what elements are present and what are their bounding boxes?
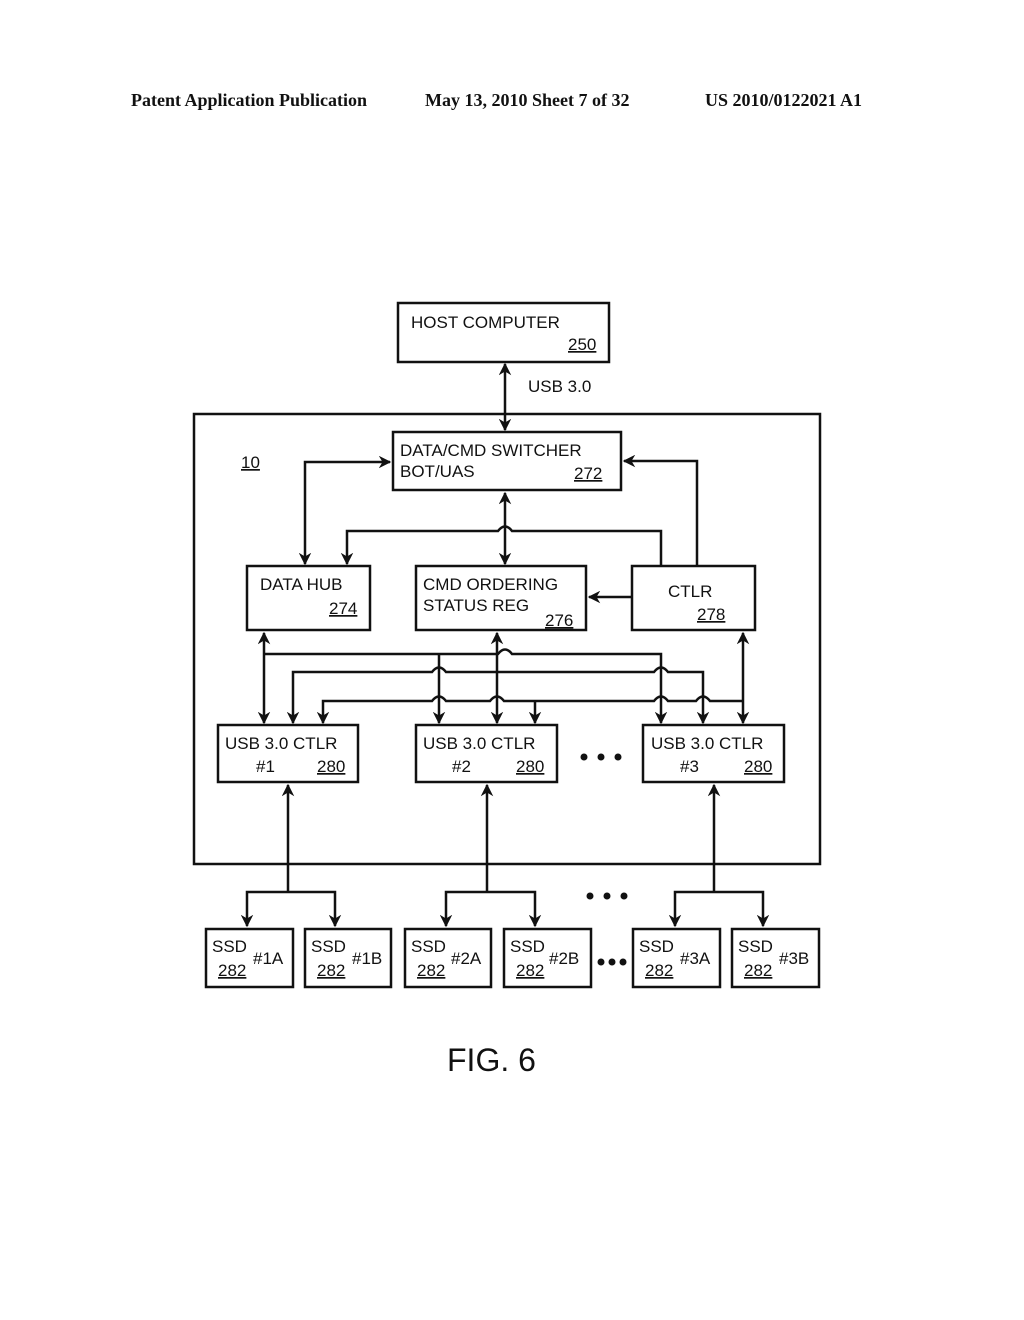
ssd-ref: 282	[516, 961, 544, 980]
usb-ctlr-1: USB 3.0 CTLR #1 280	[216, 723, 360, 784]
usb-ctlr-2: USB 3.0 CTLR #2 280	[414, 723, 559, 784]
ssd-label: SSD	[639, 937, 674, 956]
usb-ctlr-1-num: #1	[256, 757, 275, 776]
data-hub-label: DATA HUB	[260, 575, 343, 594]
ssd-3a: SSD 282 #3A	[631, 927, 722, 989]
usb-ctlr-1-label: USB 3.0 CTLR	[225, 734, 337, 753]
ssd-id: #2A	[451, 949, 482, 968]
ssd-ref: 282	[744, 961, 772, 980]
data-hub-block: DATA HUB 274	[245, 564, 372, 632]
ssd-ref: 282	[218, 961, 246, 980]
usb-ctlr-3-num: #3	[680, 757, 699, 776]
switcher-ref: 272	[574, 464, 602, 483]
ssd-1a: SSD 282 #1A	[204, 927, 295, 989]
ssd-1b: SSD 282 #1B	[303, 927, 393, 989]
ssd-label: SSD	[212, 937, 247, 956]
cmd-ordering-line1: CMD ORDERING	[423, 575, 558, 594]
usb-ctlr-3-ref: 280	[744, 757, 772, 776]
ssd-3b: SSD 282 #3B	[730, 927, 821, 989]
ssd-id: #1B	[352, 949, 382, 968]
ssd-id: #3B	[779, 949, 809, 968]
block-diagram: 10 HOST COMPUTER 250 USB 3.0 DATA/CMD SW…	[192, 301, 822, 1078]
ctlr-block: CTLR 278	[630, 564, 757, 632]
usb-ctlr-1-ref: 280	[317, 757, 345, 776]
ellipsis-ssds	[597, 958, 627, 966]
usb-ctlr-3: USB 3.0 CTLR #3 280	[641, 723, 786, 784]
cmd-ordering-line2: STATUS REG	[423, 596, 529, 615]
usb-ctlr-2-num: #2	[452, 757, 471, 776]
system-ref: 10	[241, 453, 260, 472]
host-computer-block: HOST COMPUTER 250	[396, 301, 611, 364]
ctlr-label: CTLR	[668, 582, 712, 601]
ssd-id: #2B	[549, 949, 579, 968]
ssd-label: SSD	[411, 937, 446, 956]
switcher-block: DATA/CMD SWITCHER BOT/UAS 272	[391, 430, 623, 492]
ssd-2b: SSD 282 #2B	[502, 927, 593, 989]
cmd-ordering-ref: 276	[545, 611, 573, 630]
ctlr-ref: 278	[697, 605, 725, 624]
figure-caption: FIG. 6	[447, 1042, 536, 1078]
data-hub-ref: 274	[329, 599, 357, 618]
ssd-id: #1A	[253, 949, 284, 968]
ssd-label: SSD	[738, 937, 773, 956]
usb-ctlr-2-label: USB 3.0 CTLR	[423, 734, 535, 753]
ssd-label: SSD	[311, 937, 346, 956]
host-label: HOST COMPUTER	[411, 313, 560, 332]
ssd-ref: 282	[317, 961, 345, 980]
usb-link-label: USB 3.0	[528, 377, 591, 396]
ellipsis-fanout	[586, 892, 628, 900]
cmd-ordering-block: CMD ORDERING STATUS REG 276	[414, 564, 588, 632]
switcher-line1: DATA/CMD SWITCHER	[400, 441, 582, 460]
ssd-id: #3A	[680, 949, 711, 968]
ssd-label: SSD	[510, 937, 545, 956]
switcher-line2: BOT/UAS	[400, 462, 475, 481]
ssd-2a: SSD 282 #2A	[403, 927, 493, 989]
ssd-ref: 282	[417, 961, 445, 980]
host-ref: 250	[568, 335, 596, 354]
usb-ctlr-3-label: USB 3.0 CTLR	[651, 734, 763, 753]
usb-ctlr-2-ref: 280	[516, 757, 544, 776]
ssd-ref: 282	[645, 961, 673, 980]
